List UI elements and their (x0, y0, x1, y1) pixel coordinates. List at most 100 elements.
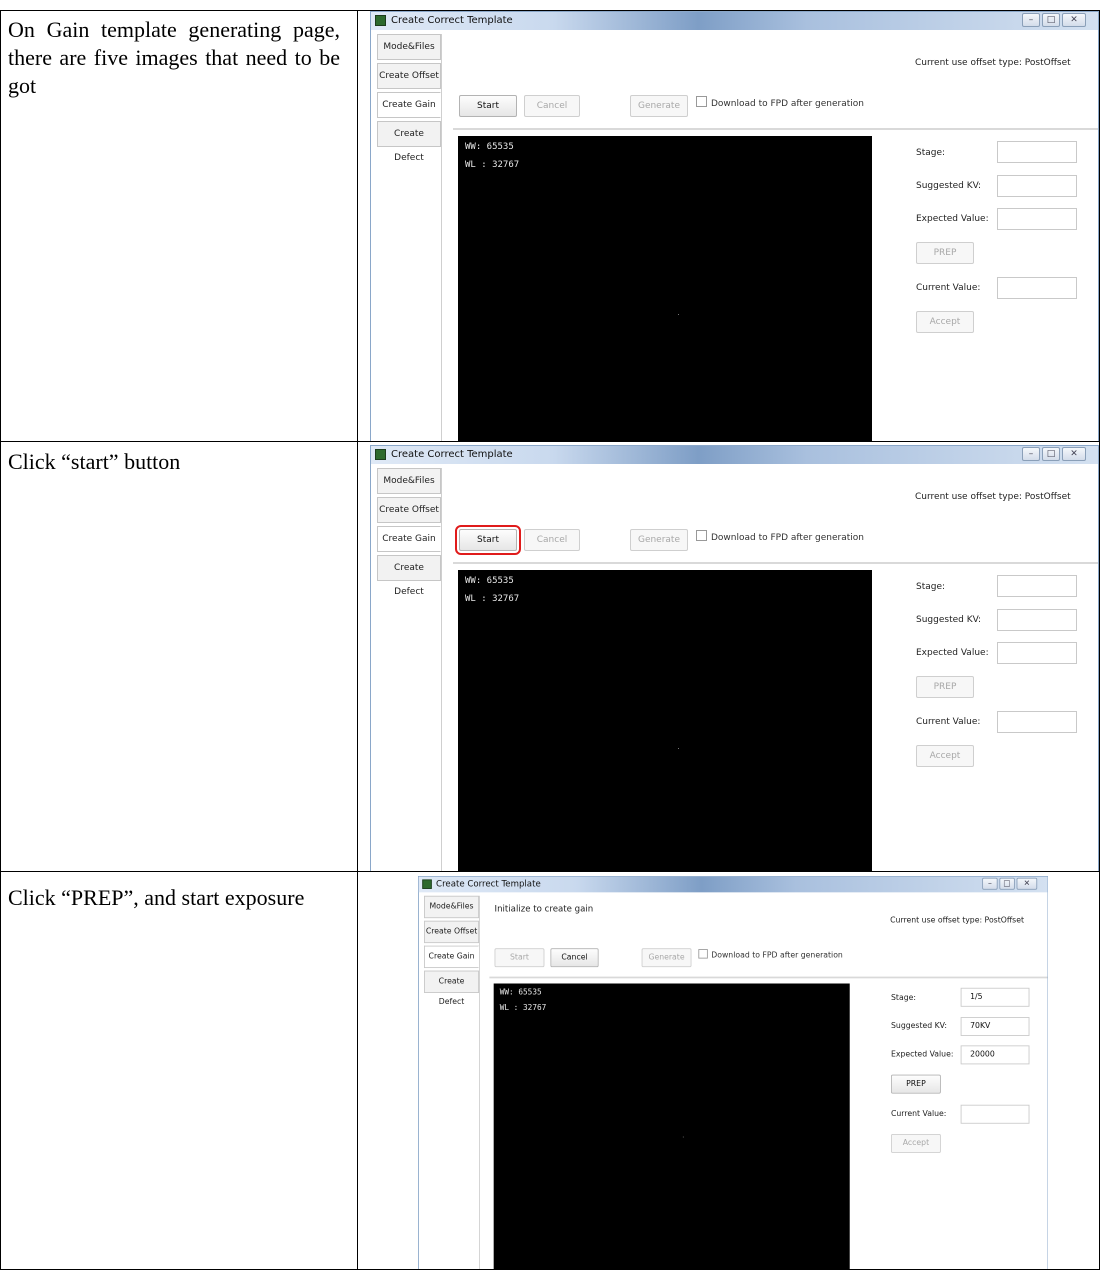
window-width-readout: WW: 65535 (465, 576, 514, 586)
image-center-dot (682, 1136, 684, 1138)
expected-value-label: Expected Value: (891, 1050, 954, 1060)
app-icon (375, 15, 386, 26)
minimize-icon[interactable]: – (1022, 13, 1040, 27)
download-checkbox[interactable]: Download to FPD after generation (696, 530, 864, 543)
sidebar-tab-create-gain[interactable]: Create Gain (377, 92, 441, 118)
image-center-dot (678, 748, 679, 749)
accept-button[interactable]: Accept (916, 311, 974, 333)
checkbox-icon[interactable] (698, 949, 708, 959)
start-button[interactable]: Start (494, 948, 545, 968)
stage-label: Stage: (916, 148, 946, 158)
checkbox-icon[interactable] (696, 96, 707, 107)
app-icon (375, 449, 386, 460)
generate-button[interactable]: Generate (630, 95, 688, 117)
window-level-readout: WL : 32767 (499, 1004, 547, 1013)
app-window: Create Correct Template – □ ✕ Mode&Files… (370, 11, 1099, 441)
expected-value-field[interactable] (997, 208, 1077, 230)
offset-type-label: Current use offset type: PostOffset (890, 916, 1025, 926)
expected-value-field[interactable] (997, 642, 1077, 664)
suggested-kv-label: Suggested KV: (916, 615, 982, 625)
suggested-kv-field[interactable]: 70KV (960, 1017, 1030, 1036)
current-value-field[interactable] (960, 1104, 1030, 1124)
generate-button[interactable]: Generate (641, 948, 692, 968)
sidebar-tab-create-offset[interactable]: Create Offset (377, 497, 441, 523)
sidebar-divider (441, 468, 442, 871)
table-column-divider (357, 10, 358, 1270)
download-checkbox-label: Download to FPD after generation (711, 99, 864, 109)
sidebar-tab-create-offset[interactable]: Create Offset (377, 63, 441, 89)
sidebar-tab-create-offset[interactable]: Create Offset (424, 920, 480, 944)
toolbar-separator (453, 128, 1098, 130)
image-viewer[interactable]: WW: 65535 WL : 32767 (458, 136, 872, 441)
sidebar-tab-mode-files[interactable]: Mode&Files (377, 468, 441, 494)
cancel-button[interactable]: Cancel (524, 95, 580, 117)
accept-button[interactable]: Accept (891, 1134, 941, 1153)
window-level-readout: WL : 32767 (465, 160, 520, 170)
screenshot-panel: Create Correct Template – □ ✕ Mode&Files… (370, 11, 1099, 441)
download-checkbox-label: Download to FPD after generation (711, 951, 843, 961)
offset-type-label: Current use offset type: PostOffset (915, 492, 1071, 502)
expected-value-field[interactable]: 20000 (960, 1045, 1030, 1065)
close-icon[interactable]: ✕ (1062, 447, 1086, 461)
sidebar-tab-create-defect[interactable]: Create Defect (424, 970, 480, 1007)
sidebar-tab-create-defect[interactable]: Create Defect (377, 121, 441, 163)
stage-label: Stage: (916, 582, 946, 592)
image-viewer[interactable]: WW: 65535 WL : 32767 (458, 570, 872, 871)
window-title: Create Correct Template (436, 879, 541, 889)
generate-button[interactable]: Generate (630, 529, 688, 551)
sidebar-tab-create-gain[interactable]: Create Gain (424, 945, 480, 969)
image-viewer[interactable]: WW: 65535 WL : 32767 (493, 983, 850, 1269)
close-icon[interactable]: ✕ (1062, 13, 1086, 27)
accept-button[interactable]: Accept (916, 745, 974, 767)
current-value-label: Current Value: (916, 283, 981, 293)
prep-button[interactable]: PREP (916, 676, 974, 698)
sidebar-tab-create-defect[interactable]: Create Defect (377, 555, 441, 597)
maximize-icon[interactable]: □ (1042, 447, 1060, 461)
window-width-readout: WW: 65535 (499, 988, 542, 998)
cancel-button[interactable]: Cancel (550, 948, 599, 968)
current-value-field[interactable] (997, 711, 1077, 733)
suggested-kv-field[interactable] (997, 609, 1077, 631)
expected-value-label: Expected Value: (916, 214, 989, 224)
cancel-button[interactable]: Cancel (524, 529, 580, 551)
start-button[interactable]: Start (455, 525, 521, 555)
sidebar-tab-create-gain[interactable]: Create Gain (377, 526, 441, 552)
image-center-dot (678, 314, 679, 315)
close-icon[interactable]: ✕ (1016, 877, 1038, 890)
title-bar: Create Correct Template – □ ✕ (371, 446, 1098, 464)
current-value-field[interactable] (997, 277, 1077, 299)
screenshot-panel: Create Correct Template – □ ✕ Mode&Files… (370, 445, 1099, 871)
sidebar-tab-mode-files[interactable]: Mode&Files (377, 34, 441, 60)
start-button[interactable]: Start (459, 95, 517, 117)
minimize-icon[interactable]: – (982, 877, 998, 890)
sidebar-divider (441, 34, 442, 441)
current-value-label: Current Value: (916, 717, 981, 727)
maximize-icon[interactable]: □ (1042, 13, 1060, 27)
instruction-text: Click “PREP”, and start exposure (8, 885, 305, 910)
table-border-left (0, 10, 1, 1270)
status-message: Initialize to create gain (494, 904, 594, 914)
download-checkbox[interactable]: Download to FPD after generation (696, 96, 864, 109)
current-value-label: Current Value: (891, 1109, 947, 1119)
suggested-kv-label: Suggested KV: (891, 1022, 947, 1031)
title-bar: Create Correct Template – □ ✕ (371, 12, 1098, 30)
window-level-readout: WL : 32767 (465, 594, 520, 604)
checkbox-icon[interactable] (696, 530, 707, 541)
window-title: Create Correct Template (391, 15, 513, 26)
suggested-kv-label: Suggested KV: (916, 181, 982, 191)
minimize-icon[interactable]: – (1022, 447, 1040, 461)
prep-button[interactable]: PREP (916, 242, 974, 264)
instruction-table: On Gain template generating page, there … (0, 0, 1100, 1270)
prep-button[interactable]: PREP (891, 1074, 941, 1094)
sidebar-divider (479, 895, 480, 1269)
download-checkbox[interactable]: Download to FPD after generation (698, 949, 843, 961)
table-row-divider (0, 441, 1100, 442)
sidebar-tab-mode-files[interactable]: Mode&Files (424, 895, 480, 919)
stage-field[interactable]: 1/5 (960, 987, 1030, 1007)
window-title: Create Correct Template (391, 449, 513, 460)
maximize-icon[interactable]: □ (999, 877, 1015, 890)
download-checkbox-label: Download to FPD after generation (711, 533, 864, 543)
stage-field[interactable] (997, 141, 1077, 163)
suggested-kv-field[interactable] (997, 175, 1077, 197)
stage-field[interactable] (997, 575, 1077, 597)
